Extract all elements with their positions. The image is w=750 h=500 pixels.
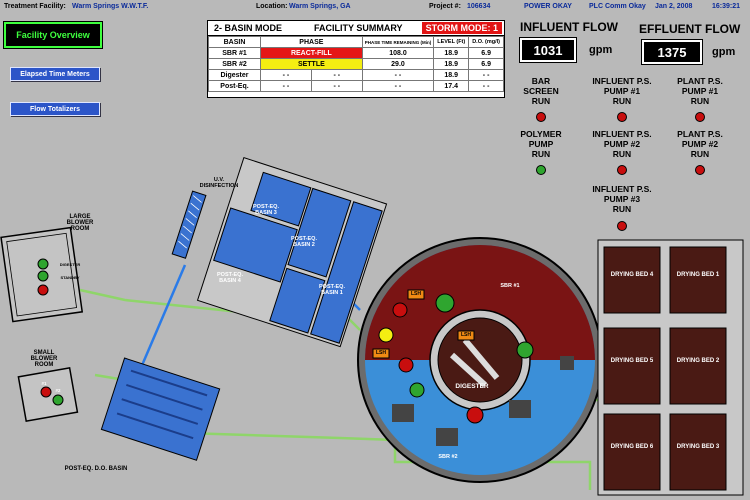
pump-icon (398, 357, 414, 373)
blower-2-label: #2 (55, 388, 61, 393)
drying-bed-1 (669, 246, 727, 314)
post-eq-basin-2-label: POST-EQ. BASIN 2 (291, 236, 317, 248)
lsh-label: LSH (376, 350, 386, 356)
standby-blower-label: STANDBY (60, 275, 80, 280)
drying-bed-4-label: DRYING BED 4 (610, 272, 654, 278)
blower-icon (37, 270, 49, 282)
mixer-icon (466, 406, 484, 424)
pump-icon (392, 302, 408, 318)
blower-1-label: #1 (41, 381, 47, 386)
plant-map (0, 157, 744, 496)
drying-bed-1-label: DRYING BED 1 (676, 272, 720, 278)
uv-label: U.V. DISINFECTION (199, 177, 239, 189)
blower-icon (40, 386, 52, 398)
blower-icon (52, 394, 64, 406)
mixer-icon (516, 341, 534, 359)
blower-icon (37, 258, 49, 270)
sbr-2-label: SBR #2 (438, 454, 458, 460)
drying-bed-5 (603, 327, 661, 405)
uv-disinfection-unit (171, 190, 207, 259)
post-eq-do-basin (100, 357, 221, 461)
post-eq-basin-4-label: POST-EQ. BASIN 4 (217, 272, 243, 284)
post-eq-do-basin-label: POST-EQ. D.O. BASIN (64, 466, 128, 472)
drying-bed-3 (669, 413, 727, 491)
water-pipe (138, 264, 187, 371)
lsh-label: LSH (461, 332, 471, 338)
pump-icon (409, 382, 425, 398)
drying-bed-2-label: DRYING BED 2 (676, 358, 720, 364)
small-blower-label: SMALL BLOWER ROOM (30, 350, 58, 368)
digester-label: DIGESTER (455, 383, 489, 390)
sbr-1-label: SBR #1 (500, 283, 520, 289)
drying-bed-3-label: DRYING BED 3 (676, 444, 720, 450)
drying-bed-6 (603, 413, 661, 491)
blower-icon (37, 284, 49, 296)
digester-blower-label: DIGESTER (59, 262, 81, 267)
mixer-icon (435, 293, 455, 313)
post-eq-basin-1-label: POST-EQ. BASIN 1 (319, 284, 345, 296)
lsh-label: LSH (411, 291, 421, 297)
large-blower-label: LARGE BLOWER ROOM (66, 214, 94, 232)
drying-bed-4 (603, 246, 661, 314)
drying-bed-6-label: DRYING BED 6 (610, 444, 654, 450)
drying-bed-5-label: DRYING BED 5 (610, 358, 654, 364)
valve-icon (378, 327, 394, 343)
drying-bed-2 (669, 327, 727, 405)
post-eq-basin-3-label: POST-EQ. BASIN 3 (253, 204, 279, 216)
